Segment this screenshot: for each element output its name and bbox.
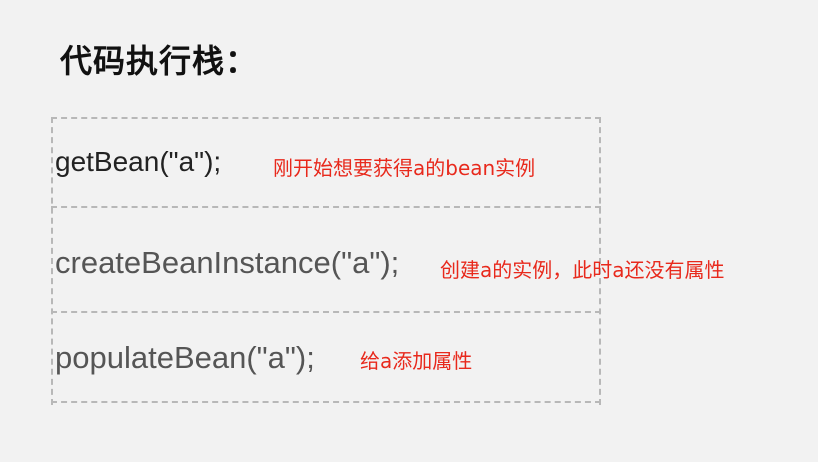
stack-divider [51,206,601,208]
stack-frame-note-populatebean: 给a添加属性 [360,349,473,373]
stack-frame-code-createbeaninstance: createBeanInstance("a"); [55,245,400,280]
stack-frame-code-populatebean: populateBean("a"); [55,340,315,375]
stack-frame-note-getbean: 刚开始想要获得a的bean实例 [273,156,536,180]
stack-divider [51,401,601,403]
stack-frame-code-getbean: getBean("a"); [55,146,222,177]
stack-frame-note-createbeaninstance: 创建a的实例，此时a还没有属性 [440,258,725,282]
stack-title: 代码执行栈： [60,42,259,80]
stack-divider [51,311,601,313]
